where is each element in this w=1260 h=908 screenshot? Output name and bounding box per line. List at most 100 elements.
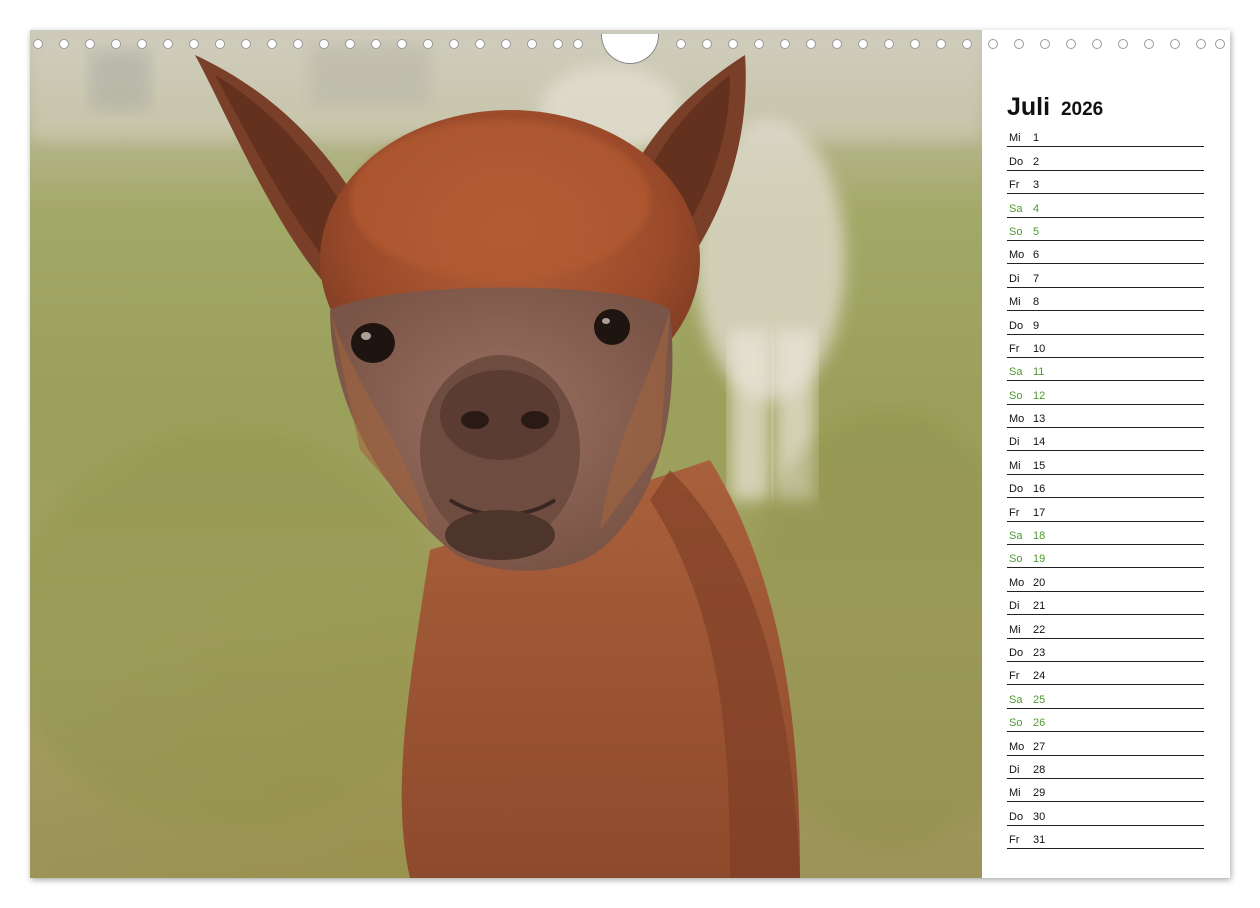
day-number: 9 xyxy=(1033,319,1040,332)
day-of-week: Fr xyxy=(1009,179,1020,192)
day-row: So 19 xyxy=(1007,545,1204,569)
binding-hole xyxy=(936,39,946,49)
day-number: 6 xyxy=(1033,249,1040,262)
binding-hole xyxy=(1066,39,1076,49)
binding-hole xyxy=(215,39,225,49)
day-of-week: Mi xyxy=(1009,296,1021,309)
day-row: Di 28 xyxy=(1007,756,1204,779)
binding-hole xyxy=(345,39,355,49)
day-of-week: Mi xyxy=(1009,787,1021,800)
day-of-week: Do xyxy=(1009,155,1024,168)
day-row: Sa 25 xyxy=(1007,685,1204,709)
day-of-week: Mo xyxy=(1009,413,1025,426)
day-of-week: Fr xyxy=(1009,506,1020,519)
day-of-week: Di xyxy=(1009,600,1020,613)
day-number: 31 xyxy=(1033,834,1046,847)
spiral-binding xyxy=(30,34,1230,64)
day-of-week: Sa xyxy=(1009,530,1023,543)
day-row: Mi 15 xyxy=(1007,451,1204,475)
day-number: 18 xyxy=(1033,530,1046,543)
day-of-week: Fr xyxy=(1009,342,1020,355)
day-number: 17 xyxy=(1033,506,1046,519)
binding-hole xyxy=(397,39,407,49)
binding-hole xyxy=(189,39,199,49)
day-row: Fr 17 xyxy=(1007,498,1204,522)
binding-hole xyxy=(962,39,972,49)
binding-hole xyxy=(806,39,816,49)
day-of-week: Do xyxy=(1009,646,1024,659)
binding-hole xyxy=(59,39,69,49)
binding-hole xyxy=(676,39,686,49)
binding-hole xyxy=(241,39,251,49)
day-number: 3 xyxy=(1033,179,1040,192)
day-of-week: Di xyxy=(1009,272,1020,285)
day-number: 23 xyxy=(1033,646,1046,659)
day-number: 22 xyxy=(1033,623,1046,636)
day-number: 21 xyxy=(1033,600,1046,613)
day-number: 16 xyxy=(1033,483,1046,496)
day-of-week: Fr xyxy=(1009,834,1020,847)
day-of-week: Mi xyxy=(1009,459,1021,472)
day-number: 13 xyxy=(1033,413,1046,426)
day-of-week: Mi xyxy=(1009,623,1021,636)
day-row: Di 14 xyxy=(1007,428,1204,452)
day-row: Di 21 xyxy=(1007,592,1204,616)
day-row: Do 2 xyxy=(1007,147,1204,171)
day-of-week: Sa xyxy=(1009,202,1023,215)
day-row: Sa 18 xyxy=(1007,522,1204,546)
binding-hole xyxy=(858,39,868,49)
day-row: Fr 10 xyxy=(1007,335,1204,358)
calendar-page: Juli 2026 Mi 1 Do 2 Fr 3 Sa 4 So 5 Mo 6 Di 7 Mi 8 Do 9 Fr 1… xyxy=(30,30,1230,878)
binding-hole xyxy=(1170,39,1180,49)
binding-hole xyxy=(884,39,894,49)
day-of-week: Sa xyxy=(1009,366,1023,379)
day-row: Mo 20 xyxy=(1007,568,1204,592)
day-number: 12 xyxy=(1033,389,1046,402)
binding-hole xyxy=(1118,39,1128,49)
binding-hole xyxy=(33,39,43,49)
binding-hole xyxy=(910,39,920,49)
day-number: 24 xyxy=(1033,670,1046,683)
binding-hole xyxy=(475,39,485,49)
day-of-week: Mi xyxy=(1009,132,1021,145)
day-of-week: Mo xyxy=(1009,249,1025,262)
day-row: Mo 6 xyxy=(1007,241,1204,265)
day-of-week: Mo xyxy=(1009,740,1025,753)
day-number: 1 xyxy=(1033,132,1040,145)
binding-hole xyxy=(449,39,459,49)
binding-hole xyxy=(501,39,511,49)
binding-hole xyxy=(1014,39,1024,49)
day-number: 4 xyxy=(1033,202,1040,215)
day-row: So 26 xyxy=(1007,709,1204,733)
day-list: Mi 1 Do 2 Fr 3 Sa 4 So 5 Mo 6 Di 7 Mi 8 Do 9 Fr 10 Sa 11 So 12 M… xyxy=(1007,124,1204,850)
binding-hole xyxy=(371,39,381,49)
day-row: Fr 31 xyxy=(1007,826,1204,850)
day-of-week: So xyxy=(1009,553,1023,566)
day-row: Do 9 xyxy=(1007,311,1204,335)
day-row: Fr 3 xyxy=(1007,171,1204,195)
binding-hole xyxy=(1092,39,1102,49)
binding-hole xyxy=(1196,39,1206,49)
day-row: Di 7 xyxy=(1007,264,1204,288)
calendar-panel: Juli 2026 Mi 1 Do 2 Fr 3 Sa 4 So 5 Mo 6 Di 7 Mi 8 Do 9 Fr 1… xyxy=(1007,88,1204,850)
binding-hole xyxy=(267,39,277,49)
binding-hole xyxy=(1215,39,1225,49)
day-number: 5 xyxy=(1033,225,1040,238)
day-row: Fr 24 xyxy=(1007,662,1204,686)
binding-hole xyxy=(1144,39,1154,49)
day-row: Mo 27 xyxy=(1007,732,1204,756)
day-number: 25 xyxy=(1033,693,1046,706)
day-number: 15 xyxy=(1033,459,1046,472)
day-number: 30 xyxy=(1033,810,1046,823)
day-row: So 12 xyxy=(1007,381,1204,405)
alpaca-illustration xyxy=(30,30,982,878)
binding-hole xyxy=(754,39,764,49)
day-number: 8 xyxy=(1033,296,1040,309)
day-row: Do 16 xyxy=(1007,475,1204,499)
day-of-week: Do xyxy=(1009,810,1024,823)
day-number: 11 xyxy=(1033,366,1045,379)
day-number: 27 xyxy=(1033,740,1046,753)
binding-hole xyxy=(527,39,537,49)
alpaca-photo xyxy=(30,30,982,878)
day-number: 10 xyxy=(1033,342,1046,355)
